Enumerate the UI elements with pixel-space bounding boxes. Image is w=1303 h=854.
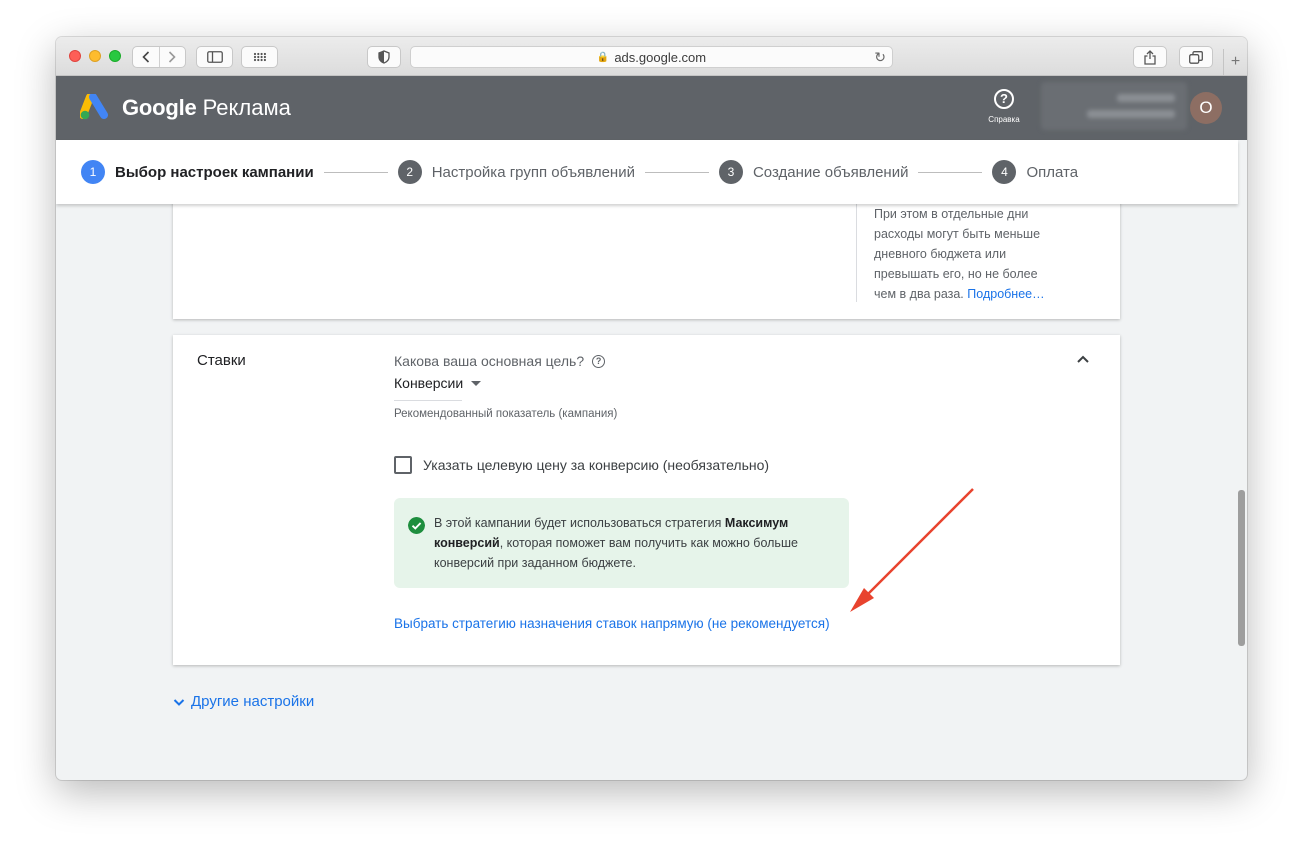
- step-number: 2: [397, 160, 422, 184]
- checkbox-square[interactable]: [394, 456, 412, 474]
- goal-question: Какова ваша основная цель? ?: [394, 353, 606, 369]
- tabs-icon: [1189, 50, 1203, 64]
- google-ads-logo[interactable]: [80, 94, 110, 121]
- strategy-info-text: В этой кампании будет использоваться стр…: [434, 513, 834, 573]
- other-settings-toggle[interactable]: Другие настройки: [173, 693, 314, 710]
- brand-product: Реклама: [202, 95, 291, 120]
- strategy-info-box: В этой кампании будет использоваться стр…: [394, 498, 849, 588]
- check-circle-icon: [408, 517, 425, 534]
- dropdown-arrow-icon: [471, 381, 482, 386]
- scrollbar[interactable]: [1238, 490, 1245, 646]
- step-label: Выбор настроек кампании: [115, 163, 314, 181]
- divider: [856, 197, 857, 302]
- account-line: [1087, 110, 1175, 118]
- avatar[interactable]: O: [1190, 92, 1222, 124]
- sidebar-toggle-button[interactable]: [196, 46, 233, 68]
- step-label: Создание объявлений: [752, 163, 909, 181]
- budget-card: При этом в отдельные дни расходы могут б…: [173, 197, 1120, 319]
- other-settings-label: Другие настройки: [191, 693, 315, 710]
- step-number: 1: [81, 160, 105, 184]
- minimize-window-button[interactable]: [89, 50, 101, 62]
- step-payment[interactable]: 4 Оплата: [992, 160, 1078, 184]
- tab-overview-button[interactable]: [241, 46, 278, 68]
- sidebar-icon: [206, 51, 223, 63]
- app-header: Google Реклама ? Справка O: [56, 76, 1247, 140]
- shield-icon: [378, 50, 390, 64]
- brand-google: Google: [122, 95, 197, 120]
- select-strategy-link[interactable]: Выбрать стратегию назначения ставок напр…: [394, 616, 830, 631]
- close-window-button[interactable]: [69, 50, 81, 62]
- bids-card: Ставки Какова ваша основная цель? ? Конв…: [173, 335, 1120, 665]
- account-info-blurred[interactable]: [1041, 82, 1187, 130]
- step-label: Настройка групп объявлений: [431, 163, 635, 181]
- brand-name: Google Реклама: [122, 95, 291, 121]
- share-button[interactable]: [1133, 46, 1167, 68]
- info-prefix: В этой кампании будет использоваться стр…: [434, 516, 725, 530]
- share-icon: [1144, 49, 1156, 65]
- help-button[interactable]: ? Справка: [982, 89, 1026, 124]
- step-connector: [644, 171, 709, 173]
- step-connector: [323, 171, 388, 173]
- chevron-down-icon: [173, 698, 185, 706]
- help-icon: ?: [994, 89, 1014, 109]
- forward-button[interactable]: [160, 51, 186, 63]
- chevron-left-icon: [142, 51, 149, 63]
- step-number: 3: [718, 160, 743, 184]
- tabs-button[interactable]: [1179, 46, 1213, 68]
- step-campaign-settings[interactable]: 1 Выбор настроек кампании: [81, 160, 398, 184]
- goal-select-value: Конверсии: [394, 375, 464, 391]
- address-url: ads.google.com: [614, 49, 707, 65]
- address-bar[interactable]: 🔒 ads.google.com ↻: [410, 46, 893, 68]
- browser-toolbar: 🔒 ads.google.com ↻ +: [56, 37, 1247, 76]
- budget-note: При этом в отдельные дни расходы могут б…: [874, 204, 1054, 304]
- goal-select[interactable]: Конверсии: [394, 375, 482, 401]
- nav-buttons: [132, 46, 186, 68]
- target-cpa-checkbox[interactable]: Указать целевую цену за конверсию (необя…: [394, 456, 769, 474]
- reload-icon[interactable]: ↻: [874, 49, 886, 66]
- new-tab-button[interactable]: +: [1223, 49, 1247, 76]
- step-ad-groups[interactable]: 2 Настройка групп объявлений: [397, 160, 719, 184]
- chevron-right-icon: [169, 51, 176, 63]
- step-connector: [918, 171, 983, 173]
- checkbox-label: Указать целевую цену за конверсию (необя…: [423, 457, 770, 473]
- chevron-up-icon[interactable]: [1075, 351, 1091, 367]
- browser-window: 🔒 ads.google.com ↻ + Google Реклама ? Спр…: [56, 37, 1247, 780]
- section-title: Ставки: [197, 352, 246, 369]
- goal-question-text: Какова ваша основная цель?: [394, 353, 585, 369]
- learn-more-link[interactable]: Подробнее…: [967, 287, 1044, 301]
- privacy-report-button[interactable]: [367, 46, 401, 68]
- zoom-window-button[interactable]: [109, 50, 121, 62]
- account-line: [1117, 94, 1175, 102]
- goal-hint: Рекомендованный показатель (кампания): [394, 408, 618, 420]
- grid-icon: [253, 52, 266, 62]
- step-number: 4: [992, 160, 1017, 184]
- step-label: Оплата: [1026, 163, 1079, 181]
- lock-icon: 🔒: [596, 51, 610, 63]
- help-label: Справка: [988, 115, 1020, 124]
- campaign-stepper: 1 Выбор настроек кампании 2 Настройка гр…: [56, 140, 1238, 204]
- back-button[interactable]: [133, 51, 159, 63]
- step-create-ads[interactable]: 3 Создание объявлений: [718, 160, 993, 184]
- help-circle-icon[interactable]: ?: [592, 354, 606, 368]
